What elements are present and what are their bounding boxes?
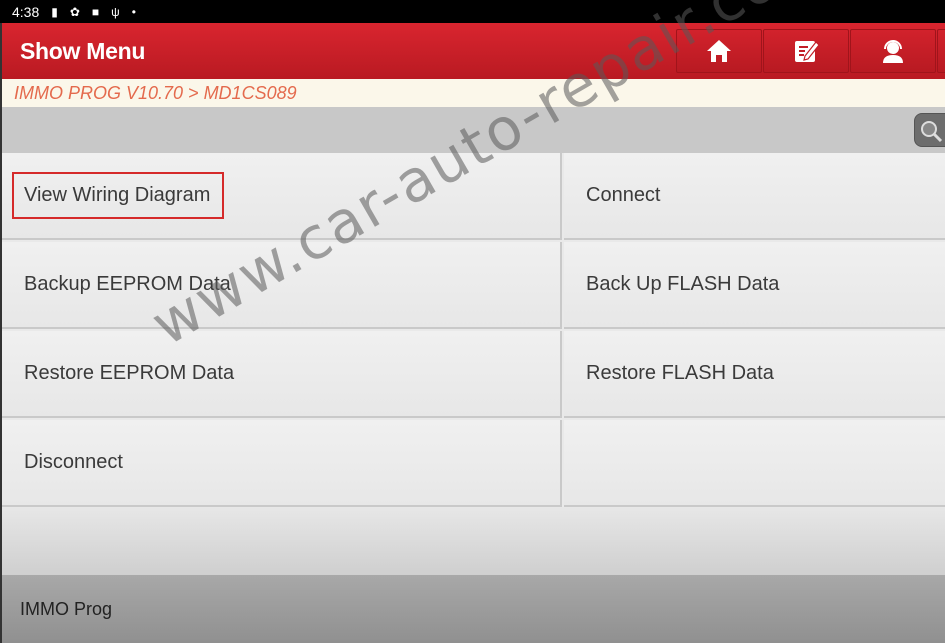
breadcrumb: IMMO PROG V10.70 > MD1CS089 [2, 79, 945, 107]
menu-item-label: Backup EEPROM Data [24, 273, 231, 295]
menu-item-label: Disconnect [24, 451, 123, 473]
footer-bar: IMMO Prog [2, 575, 945, 643]
menu-item-label: Connect [586, 184, 661, 206]
footer-label: IMMO Prog [20, 599, 113, 619]
title-bar: Show Menu [2, 23, 945, 79]
video-camera-icon: ■ [91, 4, 100, 19]
app-screen: Show Menu IMMO PROG V10.70 > MD1CS089 Vi… [0, 23, 945, 643]
menu-grid: View Wiring Diagram Connect Backup EEPRO… [2, 153, 945, 507]
menu-item-restore-eeprom[interactable]: Restore EEPROM Data [2, 331, 562, 418]
usb-icon: ψ [111, 4, 120, 19]
menu-item-label: Back Up FLASH Data [586, 273, 780, 295]
menu-item-label: Restore FLASH Data [586, 362, 774, 384]
menu-item-restore-flash[interactable]: Restore FLASH Data [564, 331, 945, 418]
search-button[interactable] [914, 113, 945, 147]
headset-user-icon [883, 40, 903, 63]
empty-area [2, 507, 945, 575]
menu-item-disconnect[interactable]: Disconnect [2, 420, 562, 507]
menu-item-view-wiring-diagram[interactable]: View Wiring Diagram [2, 153, 562, 240]
home-button[interactable] [676, 29, 762, 73]
home-icon [707, 40, 731, 62]
menu-item-label: Restore EEPROM Data [24, 362, 235, 384]
menu-item-empty [564, 420, 945, 507]
dot-icon: • [131, 4, 136, 19]
page-title: Show Menu [20, 38, 146, 64]
battery-icon: ▮ [51, 4, 58, 19]
status-bar: 4:38 ▮ ✿ ■ ψ • [0, 0, 945, 23]
menu-item-backup-eeprom[interactable]: Backup EEPROM Data [2, 242, 562, 329]
menu-item-backup-flash[interactable]: Back Up FLASH Data [564, 242, 945, 329]
support-button[interactable] [850, 29, 936, 73]
edit-report-button[interactable] [763, 29, 849, 73]
search-bar [2, 107, 945, 153]
status-time: 4:38 [12, 3, 40, 20]
edit-note-icon [795, 41, 820, 62]
menu-item-label: View Wiring Diagram [11, 172, 225, 219]
search-icon [921, 121, 943, 143]
menu-item-connect[interactable]: Connect [564, 153, 945, 240]
settings-gear-icon: ✿ [69, 4, 80, 19]
more-button[interactable] [937, 29, 945, 73]
